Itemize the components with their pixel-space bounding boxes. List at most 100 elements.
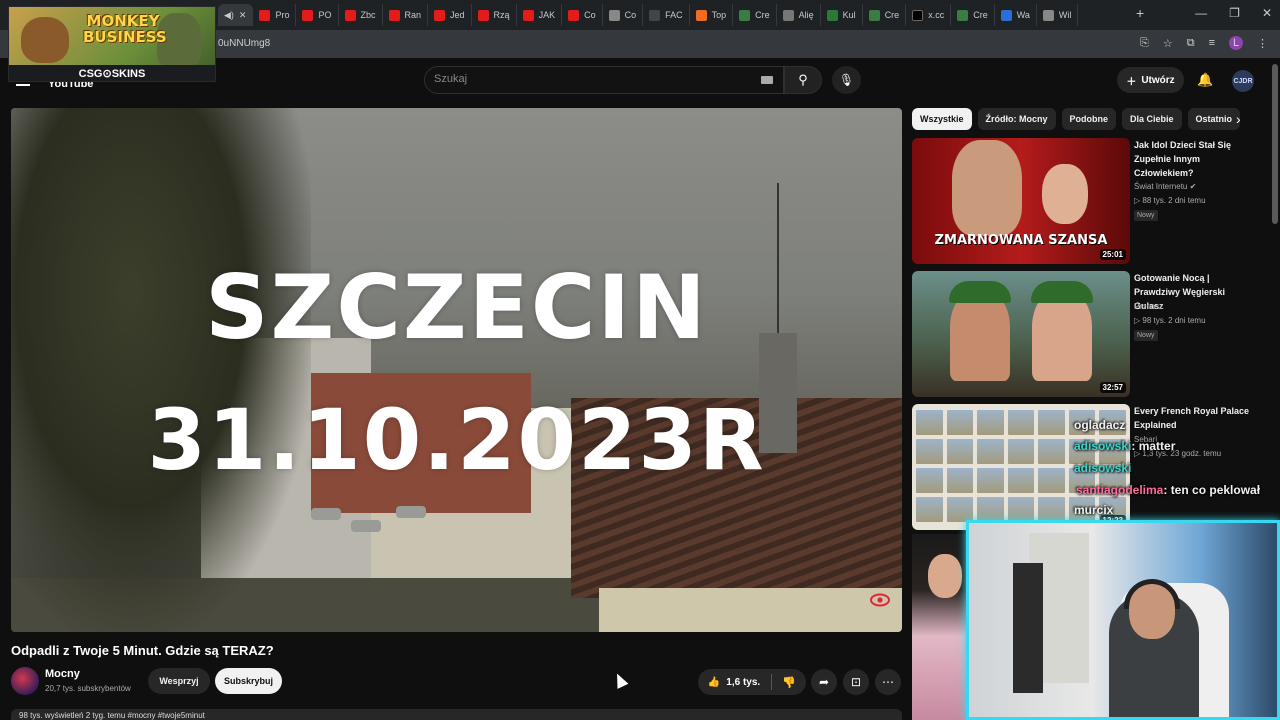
video-player[interactable]: SZCZECIN 31.10.2023R [11, 108, 902, 632]
chip-all[interactable]: Wszystkie [912, 108, 972, 130]
close-window-icon[interactable]: ✕ [1262, 6, 1272, 20]
thumbs-up-icon: 👍 [707, 676, 721, 688]
divider [771, 674, 772, 690]
site-favicon-icon [957, 9, 969, 21]
media-control-icon[interactable]: ≡ [1209, 37, 1215, 49]
video-overlay-date: 31.10.2023R [147, 391, 766, 489]
like-button[interactable]: 👍 1,6 tys. [698, 669, 770, 695]
account-avatar[interactable]: CJDR [1232, 70, 1254, 92]
extensions-icon[interactable]: ⧉ [1187, 37, 1195, 50]
search-input[interactable] [424, 66, 784, 94]
recommended-video[interactable]: 32:57 Gotowanie Nocą | Prawdziwy Węgiers… [912, 271, 1252, 399]
browser-tab[interactable]: Pro [253, 4, 297, 26]
youtube-favicon-icon [259, 9, 271, 21]
car [311, 508, 341, 520]
more-actions-button[interactable]: ⋯ [875, 669, 901, 695]
youtube-favicon-icon [477, 9, 489, 21]
browser-tab[interactable]: Wil [1037, 4, 1079, 26]
bookmark-icon: ⊡ [850, 675, 862, 689]
browser-tab[interactable]: Ran [383, 4, 429, 26]
globe-icon [1042, 9, 1054, 21]
recommended-title[interactable]: Jak Idol Dzieci Stał Się Zupełnie Innym … [1134, 138, 1252, 180]
recommended-title[interactable]: Every French Royal Palace Explained [1134, 404, 1252, 432]
chip-recent[interactable]: Ostatnio [1187, 108, 1241, 130]
browser-tab[interactable]: FAC [643, 4, 690, 26]
subscriber-count: 20,7 tys. subskrybentów [45, 684, 131, 693]
microphone-icon: 🎙 [838, 73, 855, 87]
chatgpt-icon [782, 9, 794, 21]
profile-avatar[interactable]: L [1229, 36, 1243, 50]
chat-message: adisowski [1074, 461, 1131, 475]
page-scrollbar[interactable] [1272, 64, 1278, 224]
chat-text: : ten co peklował [1163, 483, 1261, 497]
menu-kebab-icon[interactable]: ⋮ [1257, 37, 1268, 50]
subscribe-button[interactable]: Subskrybuj [215, 668, 282, 694]
chat-username: ogladacz [1074, 418, 1126, 432]
browser-tab[interactable]: Co [562, 4, 603, 26]
dislike-button[interactable]: 👎 [774, 669, 804, 695]
house-wall [599, 588, 902, 632]
filter-chips: Wszystkie Źródło: Mocny Podobne Dla Cieb… [912, 108, 1241, 130]
browser-tab[interactable]: Top [690, 4, 734, 26]
support-button[interactable]: Wesprzyj [148, 668, 210, 694]
browser-tab[interactable]: Rzą [472, 4, 517, 26]
save-button[interactable]: ⊡ [843, 669, 869, 695]
browser-tab[interactable]: Alię [777, 4, 821, 26]
recommended-channel[interactable]: Świat Internetu ✔ [1134, 182, 1196, 191]
create-button[interactable]: ＋ Utwórz [1117, 67, 1184, 93]
eye-icon[interactable] [869, 592, 891, 608]
thumbnail-hat [1031, 281, 1093, 303]
install-app-icon[interactable]: ⎘ [1140, 37, 1149, 50]
url-field[interactable]: 0uNNUmg8 [218, 38, 270, 49]
channel-avatar[interactable] [11, 667, 39, 695]
notifications-bell-icon[interactable]: 🔔 [1197, 72, 1213, 88]
site-favicon-icon [868, 9, 880, 21]
address-bar-icons: ⎘ ☆ ⧉ ≡ L ⋮ [1140, 36, 1268, 50]
chevron-right-icon[interactable]: › [1236, 111, 1241, 127]
browser-tab[interactable]: Wa [995, 4, 1037, 26]
recommended-meta: ▷ 98 tys. 2 dni temu [1134, 316, 1206, 325]
recommended-video[interactable]: ZMARNOWANA SZANSA 25:01 Jak Idol Dzieci … [912, 138, 1252, 266]
chip-source[interactable]: Źródło: Mocny [977, 108, 1056, 130]
search-button[interactable]: ⚲ [784, 66, 822, 94]
chat-text: : matter [1131, 439, 1176, 453]
youtube-favicon-icon [388, 9, 400, 21]
browser-tab[interactable]: x.cc [906, 4, 952, 26]
x-icon [912, 9, 924, 21]
browser-tab[interactable]: Co [603, 4, 644, 26]
tab-active[interactable]: ◀) ✕ [218, 4, 254, 26]
chat-message: adisowski: matter [1074, 439, 1175, 453]
chat-message: ogladacz [1074, 418, 1125, 432]
bookmark-star-icon[interactable]: ☆ [1163, 37, 1173, 50]
browser-tab[interactable]: Zbc [339, 4, 383, 26]
browser-tab[interactable]: Kul [821, 4, 863, 26]
keyboard-icon[interactable] [761, 76, 773, 84]
more-horizontal-icon: ⋯ [882, 675, 894, 689]
recommended-channel[interactable]: Pronosz [1134, 302, 1163, 311]
video-thumbnail[interactable]: 32:57 [912, 271, 1130, 397]
video-thumbnail[interactable]: ZMARNOWANA SZANSA 25:01 [912, 138, 1130, 264]
browser-tab[interactable]: Cre [733, 4, 777, 26]
browser-tab[interactable]: Jed [428, 4, 472, 26]
new-tab-button[interactable]: + [1136, 5, 1144, 21]
browser-tab[interactable]: Cre [863, 4, 907, 26]
chip-for-you[interactable]: Dla Ciebie [1122, 108, 1182, 130]
browser-tab[interactable]: Cre [951, 4, 995, 26]
channel-name[interactable]: Mocny [45, 668, 80, 680]
youtube-favicon-icon [344, 9, 356, 21]
browser-tab[interactable]: PO [296, 4, 339, 26]
share-button[interactable]: ➦ [811, 669, 837, 695]
maximize-icon[interactable]: ❐ [1229, 6, 1240, 20]
close-icon[interactable]: ✕ [239, 10, 247, 21]
description-box[interactable]: 98 tys. wyświetleń 2 tyg. temu #mocny #t… [11, 709, 902, 720]
chip-related[interactable]: Podobne [1061, 108, 1117, 130]
tab-strip: ◀) ✕ Pro PO Zbc Ran Jed Rzą JAK Co Co FAC… [218, 4, 1079, 26]
browser-tab[interactable]: JAK [517, 4, 563, 26]
youtube-favicon-icon [302, 9, 314, 21]
share-icon: ➦ [818, 675, 830, 689]
thumbnail-person [1032, 291, 1092, 381]
minimize-icon[interactable]: — [1195, 6, 1207, 20]
mouse-cursor-icon [611, 671, 629, 689]
site-favicon-icon [739, 9, 751, 21]
voice-search-button[interactable]: 🎙 [832, 66, 861, 94]
